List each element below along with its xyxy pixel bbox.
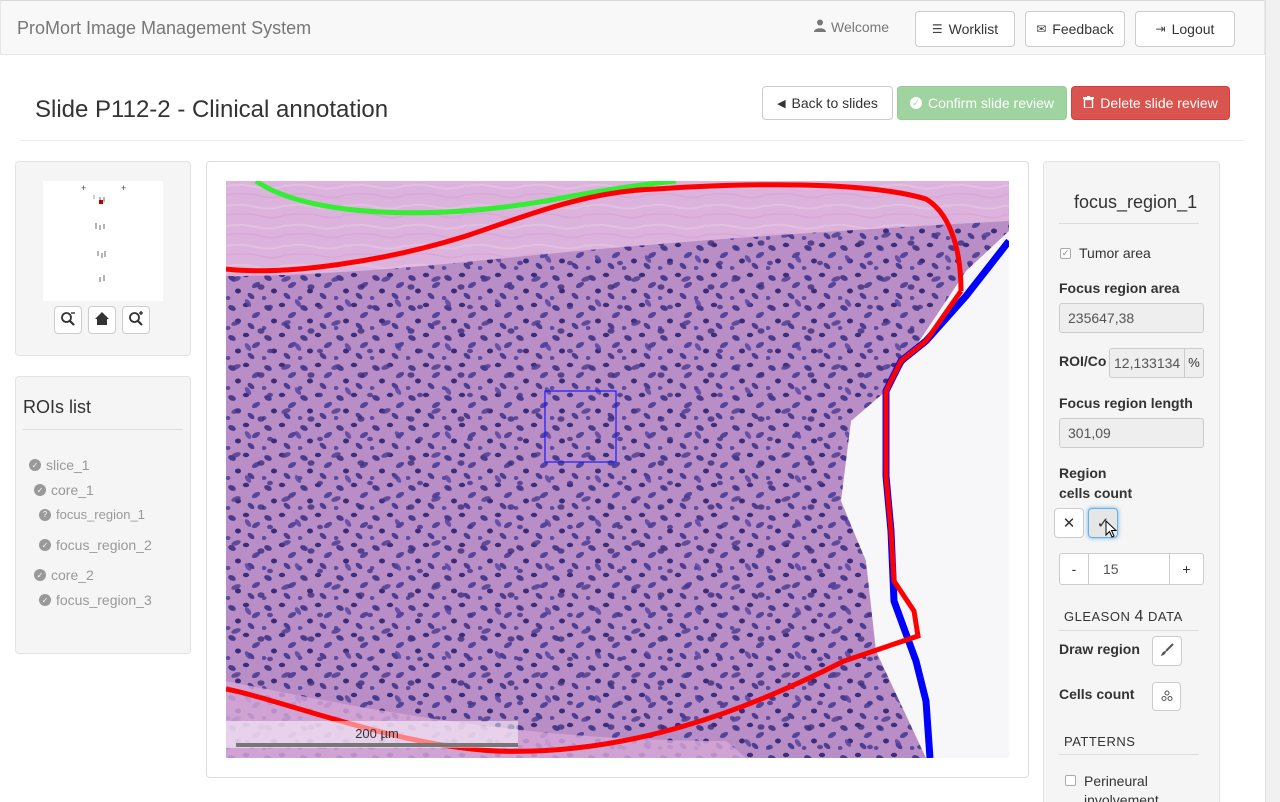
list-icon: ☰ [931, 22, 943, 36]
zoom-out-button[interactable] [54, 306, 82, 334]
worklist-button[interactable]: ☰ Worklist [915, 11, 1015, 47]
cancel-cells-count-button[interactable]: ✕ [1054, 508, 1084, 538]
focus-region-length-label: Focus region length [1059, 395, 1193, 411]
trash-icon [1083, 95, 1095, 111]
roi-item-focus-region-1[interactable]: ? focus_region_1 [39, 507, 145, 522]
check-circle-icon: ✓ [29, 459, 41, 471]
check-circle-icon: ✓ [34, 484, 46, 496]
question-circle-icon: ? [39, 508, 51, 521]
details-divider [1059, 223, 1199, 224]
gleason-4-section-header: GLEASON 4 DATA [1064, 608, 1183, 625]
home-button[interactable] [88, 306, 116, 334]
page-title: Slide P112-2 - Clinical annotation [35, 96, 389, 123]
focus-region-length-field[interactable]: 301,09 [1059, 418, 1204, 448]
details-panel: focus_region_1 ✓ Tumor area Focus region… [1043, 161, 1220, 802]
rois-divider [23, 429, 183, 430]
cells-count-tool-button[interactable] [1152, 682, 1181, 711]
feedback-button[interactable]: ✉ Feedback [1025, 11, 1125, 47]
roi-item-focus-region-3[interactable]: ✓ focus_region_3 [39, 592, 152, 608]
check-circle-icon: ✓ [909, 97, 922, 109]
region-cells-count-label-line2: cells count [1059, 485, 1133, 501]
cells-count-tool-label: Cells count [1059, 686, 1135, 702]
home-icon [94, 311, 110, 329]
tumor-area-label: Tumor area [1079, 245, 1151, 261]
welcome-label: Welcome [814, 19, 889, 35]
zoom-out-icon [60, 311, 76, 330]
welcome-text: Welcome [831, 19, 890, 35]
header-divider [20, 140, 1245, 141]
page-scrollbar[interactable] [1265, 0, 1280, 802]
logout-icon: ⇥ [1155, 22, 1166, 36]
roi-item-slice-1[interactable]: ✓ slice_1 [29, 457, 90, 473]
brush-icon [1160, 642, 1174, 660]
confirm-slide-review-button[interactable]: ✓ Confirm slide review [897, 86, 1067, 120]
zoom-in-button[interactable] [122, 306, 150, 334]
perineural-involvement-label: Perineural involvement [1084, 773, 1159, 802]
scale-bar-label: 200 µm [355, 726, 399, 741]
rois-list-title: ROIs list [23, 397, 92, 417]
delete-slide-review-button[interactable]: Delete slide review [1071, 86, 1230, 120]
cells-count-increment-button[interactable]: + [1169, 553, 1204, 585]
roi-item-core-1[interactable]: ✓ core_1 [34, 482, 94, 498]
arrow-left-icon: ◀ [777, 97, 786, 110]
zoom-in-icon [128, 310, 144, 330]
slide-thumbnail[interactable]: + + [43, 181, 163, 301]
perineural-involvement-checkbox[interactable] [1065, 775, 1076, 786]
cells-icon [1161, 689, 1173, 705]
check-circle-icon: ✓ [39, 594, 51, 606]
viewport-indicator [99, 200, 103, 204]
tumor-area-checkbox[interactable]: ✓ [1060, 248, 1071, 259]
details-title: focus_region_1 [1074, 192, 1198, 212]
back-to-slides-button[interactable]: ◀ Back to slides [762, 86, 893, 120]
envelope-icon: ✉ [1036, 22, 1047, 36]
roi-coverage-field[interactable]: 12,133134 [1109, 348, 1185, 378]
roi-item-focus-region-2[interactable]: ✓ focus_region_2 [39, 537, 152, 553]
brand-title[interactable]: ProMort Image Management System [17, 18, 311, 39]
gleason-divider [1059, 630, 1199, 631]
mouse-cursor-icon [1105, 519, 1118, 541]
rois-list-panel: ROIs list ✓ slice_1 ✓ core_1 ? focus_reg… [15, 376, 191, 654]
slide-viewer[interactable]: 200 µm [226, 181, 1009, 758]
patterns-divider [1059, 754, 1199, 755]
navigator-panel: + + [15, 161, 191, 356]
user-icon [814, 19, 826, 35]
cells-count-decrement-button[interactable]: - [1059, 553, 1089, 585]
cells-count-input[interactable]: 15 [1088, 553, 1170, 585]
logout-button[interactable]: ⇥ Logout [1135, 11, 1235, 47]
region-cells-count-label-line1: Region [1059, 465, 1107, 481]
focus-region-area-label: Focus region area [1059, 280, 1180, 296]
draw-region-label: Draw region [1059, 641, 1140, 657]
roi-item-core-2[interactable]: ✓ core_2 [34, 567, 94, 583]
percent-addon: % [1184, 348, 1204, 378]
close-icon: ✕ [1062, 515, 1076, 532]
draw-region-button[interactable] [1152, 636, 1182, 666]
roi-coverage-label: ROI/Co [1059, 353, 1107, 369]
focus-region-area-field[interactable]: 235647,38 [1059, 303, 1204, 333]
navbar: ProMort Image Management System Welcome … [0, 0, 1265, 55]
check-circle-icon: ✓ [39, 539, 51, 551]
check-circle-icon: ✓ [34, 569, 46, 581]
patterns-section-header: PATTERNS [1064, 734, 1136, 749]
